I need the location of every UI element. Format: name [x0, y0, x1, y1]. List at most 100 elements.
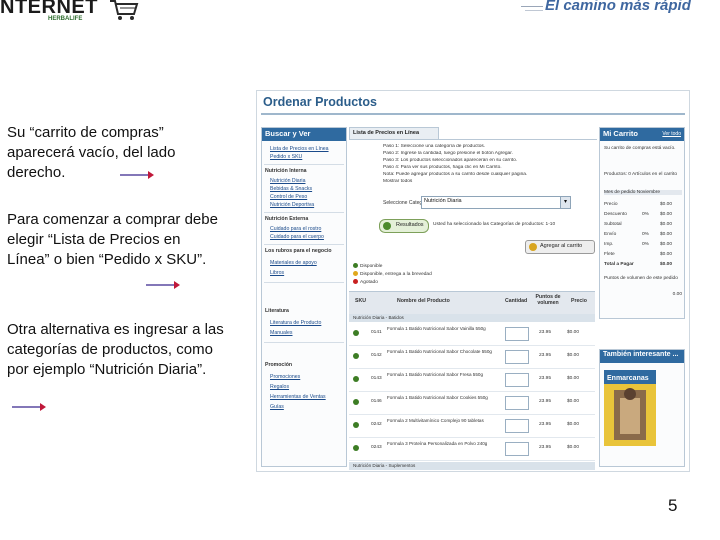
link-nutricion-diaria[interactable]: Nutrición Diaria [270, 178, 305, 184]
table-header: SKU Nombre del Producto Cantidad Puntos … [349, 291, 595, 314]
sku-cell: 0146 [371, 399, 382, 404]
arrow-icon [120, 171, 154, 179]
divider [264, 164, 344, 165]
volume-points-cell: 23.95 [539, 353, 552, 358]
column-header: SKU [355, 298, 366, 304]
quantity-input[interactable] [505, 419, 529, 433]
link-category[interactable]: Manuales [270, 330, 293, 336]
promo-title: También interesante ... [603, 351, 679, 358]
cart-empty-text: Su carrito de compras está vacío. [604, 146, 676, 151]
instruction-paragraph-cart: Su “carrito de compras” aparecerá vacío,… [7, 124, 176, 181]
page-number: 5 [668, 496, 678, 515]
summary-value: $0.00 [660, 232, 673, 237]
legend-item: Agotado [353, 279, 378, 285]
summary-label: Flete [604, 252, 615, 257]
section-title: Literatura [265, 308, 289, 314]
link-category[interactable]: Materiales de apoyo [270, 260, 317, 266]
section-title: Nutrición Externa [265, 216, 309, 222]
column-header: Puntos de volumen [535, 294, 561, 306]
slogan: El camino más rápid [545, 0, 691, 14]
link-category[interactable]: Bebidas & Snacks [270, 186, 312, 192]
tab-rule [349, 139, 597, 140]
price-list-content: Lista de Precios en Línea Paso 1: Selecc… [349, 127, 597, 470]
sku-cell: 0242 [371, 422, 382, 427]
volume-points-cell: 23.95 [539, 399, 552, 404]
chevron-down-icon[interactable]: ▾ [560, 197, 570, 208]
instruction-paragraph-categories: Otra alternativa es ingresar a las categ… [7, 321, 224, 378]
table-row: 0141 Formula 1 Batido Nutricional Sabor … [349, 323, 595, 346]
sku-cell: 0142 [371, 353, 382, 358]
instruction-line: Paso 2: Ingrese la cantidad, luego presi… [383, 151, 513, 156]
search-panel: Buscar y Ver Lista de Precios en Línea P… [261, 127, 347, 467]
volume-points-cell: 23.95 [539, 330, 552, 335]
available-icon [353, 399, 359, 405]
column-header: Precio [571, 298, 587, 304]
table-row: 0242 Formula 2 Multivitamínico Complejo … [349, 415, 595, 438]
available-icon [353, 445, 359, 451]
instruction-line: Paso 4: Para ver sus productos, haga cli… [383, 165, 502, 170]
category-select[interactable]: Nutrición Diaria ▾ [421, 196, 571, 209]
quantity-input[interactable] [505, 396, 529, 410]
price-cell: $0.00 [567, 399, 580, 404]
tab-label: Lista de Precios en Línea [353, 130, 420, 136]
branding-header: NTERNET HERBALIFE El camino más rápid [0, 0, 720, 30]
arrow-icon [12, 403, 46, 411]
link-category[interactable]: Cuidado para el cuerpo [270, 234, 324, 240]
cart-view-link[interactable]: Ver todo [662, 131, 681, 137]
category-row-label: Nutrición Diaria - Batidos [353, 315, 404, 320]
link-category[interactable]: Guías [270, 404, 284, 410]
divider [264, 212, 344, 213]
divider [264, 342, 344, 343]
summary-label: Imp. [604, 242, 614, 247]
quantity-input[interactable] [505, 350, 529, 364]
link-price-list[interactable]: Lista de Precios en Línea [270, 146, 329, 152]
title-rule [261, 113, 685, 115]
instruction-paragraph-price-list: Para comenzar a comprar debe elegir “Lis… [7, 211, 218, 268]
add-to-cart-button[interactable]: Agregar al carrito [525, 240, 595, 254]
available-icon [353, 330, 359, 336]
header-rule [521, 6, 543, 7]
results-button[interactable]: Resultados [379, 219, 429, 233]
results-button-label: Resultados [396, 222, 424, 228]
price-cell: $0.00 [567, 353, 580, 358]
link-category[interactable]: Promociones [270, 374, 300, 380]
search-panel-title: Buscar y Ver [265, 129, 311, 138]
link-category[interactable]: Herramientas de Ventas [270, 394, 326, 400]
quantity-input[interactable] [505, 373, 529, 387]
quantity-input[interactable] [505, 442, 529, 456]
promo-header: También interesante ... [600, 350, 684, 363]
header-rule [525, 10, 543, 11]
link-category[interactable]: Cuidado para el rostro [270, 226, 321, 232]
cart-title: Mi Carrito [603, 129, 639, 138]
legend-item: Disponible [353, 263, 382, 269]
link-category[interactable]: Literatura de Producto [270, 320, 321, 326]
product-name-cell: Formula 1 Batido Nutricional Sabor Cooki… [387, 395, 488, 400]
divider [264, 244, 344, 245]
volume-points-cell: 23.95 [539, 445, 552, 450]
section-title: Nutrición Interna [265, 168, 307, 174]
magazine-cover-image[interactable]: Enmarcanas [604, 370, 656, 446]
link-order-by-sku[interactable]: Pedido x SKU [270, 154, 302, 160]
link-category[interactable]: Regalos [270, 384, 289, 390]
category-row-label: Nutrición Diaria - Suplementos [353, 463, 416, 468]
link-category[interactable]: Libros [270, 270, 284, 276]
cart-icon [529, 243, 537, 251]
table-row: 0146 Formula 1 Batido Nutricional Sabor … [349, 392, 595, 415]
link-category[interactable]: Control de Peso [270, 194, 307, 200]
cart-items-text: Productos: 0 Artículos en el carrito [604, 172, 678, 177]
quantity-input[interactable] [505, 327, 529, 341]
magazine-title: Enmarcanas [607, 375, 649, 382]
volume-points-cell: 23.95 [539, 422, 552, 427]
volume-label: Puntos de volumen de este pedido [604, 276, 678, 281]
summary-value: $0.00 [660, 252, 673, 257]
add-to-cart-label: Agregar al carrito [540, 243, 583, 249]
cart-header: Mi Carrito Ver todo [600, 128, 684, 141]
summary-value: $0.00 [660, 202, 673, 207]
category-row: Nutrición Diaria - Suplementos [349, 462, 595, 470]
link-category[interactable]: Nutrición Deportiva [270, 202, 314, 208]
category-row: Nutrición Diaria - Batidos [349, 314, 595, 322]
summary-pct: 0% [642, 232, 649, 237]
volume-value: 0.00 [672, 292, 682, 297]
price-cell: $0.00 [567, 445, 580, 450]
instruction-line: Paso 1: Seleccione una categoría de prod… [383, 144, 486, 149]
